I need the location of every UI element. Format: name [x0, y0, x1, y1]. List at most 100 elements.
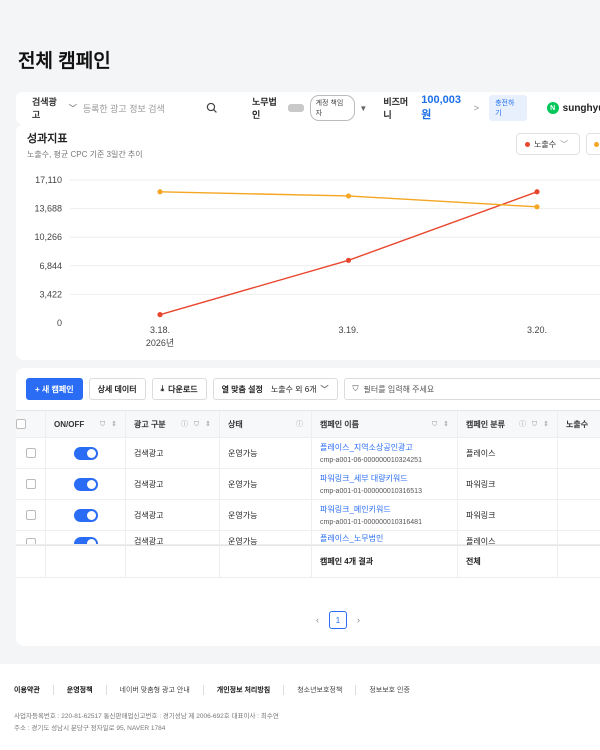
chart-subtitle: 노출수, 평균 CPC 기준 3일간 추이	[27, 150, 143, 159]
footer-link-youth[interactable]: 청소년보호정책	[297, 685, 357, 695]
row-checkbox[interactable]	[25, 538, 36, 544]
header-status[interactable]: 상태 ⓘ	[220, 411, 312, 437]
onoff-toggle[interactable]	[73, 537, 98, 544]
download-label: 다운로드	[168, 384, 198, 394]
status-cell: 운영가능	[220, 438, 312, 468]
caret-down-icon: ▼	[359, 103, 368, 113]
orange-dot-icon	[594, 141, 599, 147]
charge-button[interactable]: 충전하기	[489, 95, 527, 121]
header-checkbox-cell[interactable]	[16, 411, 46, 437]
footer-info-line1: 사업자등록번호 : 220-81-62517 통신판매업신고번호 : 경기성남 …	[14, 713, 279, 720]
filter-input[interactable]: ⛉ 필터를 입력해 주세요	[343, 378, 600, 400]
filter-placeholder: 필터를 입력해 주세요	[363, 384, 435, 394]
ad-type-dropdown[interactable]: 검색광고 ﹀	[32, 95, 77, 121]
download-button[interactable]: ⤓ 다운로드	[151, 378, 207, 400]
x-tick-label: 3.20.	[527, 325, 547, 335]
footer-link-terms[interactable]: 이용약관	[14, 685, 54, 695]
user-menu[interactable]: N sunghyuby	[546, 102, 600, 114]
filter-sort-icon[interactable]: ⛉ ⇕	[432, 420, 451, 429]
chevron-right-icon[interactable]: >	[474, 103, 479, 113]
new-campaign-button[interactable]: + 새 캠페인	[26, 378, 83, 400]
page-title: 전체 캠페인	[18, 51, 111, 72]
chevron-down-icon: ﹀	[68, 103, 77, 113]
table-row[interactable]: 검색광고 운영가능 파워링크_메인키워드 cmp-a001-01-0000000…	[16, 500, 600, 531]
data-point	[345, 257, 352, 263]
bizmoney-value[interactable]: 100,003원	[421, 94, 471, 122]
row-checkbox[interactable]	[25, 479, 36, 489]
search-icon[interactable]	[206, 102, 218, 114]
row-checkbox-cell[interactable]	[16, 500, 46, 530]
blurred-text	[287, 104, 304, 112]
table-row[interactable]: 검색광고 운영가능 플레이스_지역소상공인광고 cmp-a001-06-0000…	[16, 438, 600, 469]
onoff-toggle[interactable]	[73, 446, 98, 460]
ad-type-cell: 검색광고	[126, 531, 220, 545]
header-campaign-category[interactable]: 캠페인 분류 ⓘ ⛉ ⇕	[458, 411, 558, 437]
line-chart: 0 3,422 6,844 10,266 13,688 17,110 3.18. 2026년 3…	[34, 175, 600, 348]
onoff-cell	[46, 500, 126, 530]
ad-type-label: 검색광고	[32, 97, 57, 120]
search-input[interactable]: 등록한 광고 정보 검색	[83, 102, 200, 115]
impressions-cell	[558, 469, 600, 499]
metric-selector-1[interactable]: 노출수 ﹀	[516, 133, 580, 155]
campaign-link[interactable]: 파워링크_세부 대량키워드	[320, 473, 408, 484]
ad-type-cell: 검색광고	[126, 469, 220, 499]
row-checkbox-cell[interactable]	[16, 531, 46, 544]
footer-link-custom-ads[interactable]: 네이버 맞춤형 광고 안내	[120, 685, 204, 695]
page-1-button[interactable]: 1	[329, 611, 347, 629]
campaign-name-cell: 플레이스_지역소상공인광고 cmp-a001-06-00000001032425…	[312, 438, 458, 468]
info-icon[interactable]: ⓘ	[296, 419, 305, 429]
impressions-cell	[558, 531, 600, 544]
row-checkbox[interactable]	[25, 448, 36, 458]
header-campaign-name[interactable]: 캠페인 이름 ⛉ ⇕	[312, 411, 458, 437]
onoff-toggle[interactable]	[73, 508, 98, 522]
column-settings-value: 노출수 외 6개	[270, 384, 317, 394]
header-ad-type[interactable]: 광고 구분 ⓘ ⛉ ⇕	[126, 411, 220, 437]
campaign-name-cell: 파워링크_세부 대량키워드 cmp-a001-01-00000001031651…	[312, 469, 458, 499]
x-tick-label: 3.18.	[150, 325, 170, 335]
header-impressions[interactable]: 노출수ⓘ	[558, 411, 600, 437]
column-settings-button[interactable]: 열 맞춤 설정 노출수 외 6개 ﹀	[212, 378, 338, 400]
table-toolbar: + 새 캠페인 상세 데이터 ⤓ 다운로드 열 맞춤 설정 노출수 외 6개 ﹀…	[26, 378, 600, 400]
prev-page-icon[interactable]: ‹	[316, 615, 319, 625]
table-row-partial[interactable]: 검색광고 운영가능 플레이스_노무법인 플레이스	[16, 531, 600, 545]
filter-sort-icon[interactable]: ⛉ ⇕	[100, 420, 119, 429]
footer-link-security[interactable]: 정보보호 인증	[369, 685, 423, 695]
row-checkbox[interactable]	[25, 510, 36, 520]
table-header: ON/OFF ⛉ ⇕ 광고 구분 ⓘ ⛉ ⇕ 상태 ⓘ 캠페인 이름 ⛉ ⇕ 캠페인 분…	[16, 410, 600, 438]
metric-selector-2[interactable]	[586, 133, 600, 155]
pagination: ‹ 1 ›	[316, 611, 360, 629]
data-point	[345, 193, 352, 199]
x-tick-sublabel: 2026년	[146, 338, 174, 348]
naver-logo-icon: N	[546, 102, 559, 114]
select-all-checkbox[interactable]	[16, 419, 26, 429]
category-cell: 파워링크	[458, 469, 558, 499]
table-row[interactable]: 검색광고 운영가능 파워링크_세부 대량키워드 cmp-a001-01-0000…	[16, 469, 600, 500]
footer-link-policy[interactable]: 운영정책	[67, 685, 107, 695]
onoff-cell	[46, 438, 126, 468]
y-tick-label: 3,422	[39, 289, 62, 299]
campaign-id: cmp-a001-01-000000010316481	[320, 519, 422, 526]
account-selector[interactable]: 노무법인 계정 책임자 ▼	[252, 95, 367, 121]
next-page-icon[interactable]: ›	[357, 615, 360, 625]
campaign-link[interactable]: 파워링크_메인키워드	[320, 504, 391, 515]
info-filter-sort-icon[interactable]: ⓘ ⛉ ⇕	[181, 419, 213, 429]
row-checkbox-cell[interactable]	[16, 438, 46, 468]
row-checkbox-cell[interactable]	[16, 469, 46, 499]
campaign-name-cell: 플레이스_노무법인	[312, 531, 458, 544]
footer-company-info: 사업자등록번호 : 220-81-62517 통신판매업신고번호 : 경기성남 …	[14, 711, 279, 735]
campaign-link[interactable]: 플레이스_노무법인	[320, 533, 383, 544]
detail-data-button[interactable]: 상세 데이터	[88, 378, 146, 400]
campaign-id: cmp-a001-01-000000010316513	[320, 488, 422, 495]
impressions-cell	[558, 500, 600, 530]
series-line-0	[159, 191, 538, 316]
y-tick-label: 13,688	[34, 204, 62, 214]
info-filter-sort-icon[interactable]: ⓘ ⛉ ⇕	[519, 419, 551, 429]
red-dot-icon	[525, 141, 530, 147]
onoff-toggle[interactable]	[73, 477, 98, 491]
header-onoff[interactable]: ON/OFF ⛉ ⇕	[46, 411, 126, 437]
y-tick-label: 6,844	[39, 261, 62, 271]
x-tick-label: 3.19.	[338, 325, 358, 335]
footer-link-privacy[interactable]: 개인정보 처리방침	[217, 685, 285, 695]
campaign-link[interactable]: 플레이스_지역소상공인광고	[320, 442, 413, 453]
status-cell: 운영가능	[220, 500, 312, 530]
